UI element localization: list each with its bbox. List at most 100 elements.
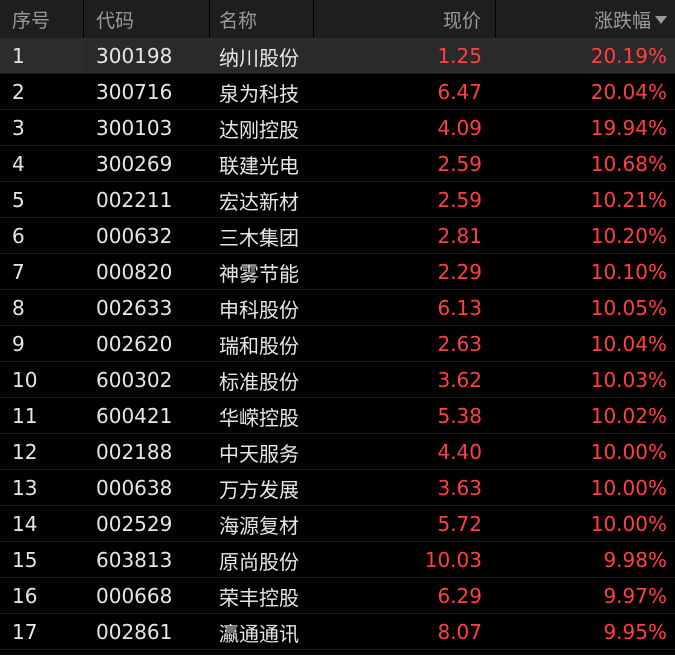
row-index: 2 [12,80,25,104]
table-body: 1 300198 纳川股份 1.25 20.19% 2 300716 泉为科技 … [0,38,675,650]
row-index: 17 [12,620,38,644]
row-index: 11 [12,404,38,428]
sort-desc-icon[interactable] [655,16,667,24]
row-code: 002211 [96,188,173,212]
row-price: 6.29 [437,584,482,608]
row-code: 600302 [96,368,173,392]
table-row[interactable]: 15 603813 原尚股份 10.03 9.98% [0,542,675,578]
row-change-pct: 20.19% [590,44,667,68]
row-change-pct: 10.02% [590,404,667,428]
column-header-name[interactable]: 名称 [210,0,314,38]
row-price: 2.29 [437,260,482,284]
table-row[interactable]: 8 002633 申科股份 6.13 10.05% [0,290,675,326]
row-price: 2.59 [437,152,482,176]
row-index: 4 [12,152,25,176]
table-row[interactable]: 16 000668 荣丰控股 6.29 9.97% [0,578,675,614]
column-header-index[interactable]: 序号 [0,0,84,38]
row-name: 纳川股份 [219,45,299,70]
table-row[interactable]: 3 300103 达刚控股 4.09 19.94% [0,110,675,146]
column-header-price-label: 现价 [442,9,481,32]
row-code: 300103 [96,116,173,140]
column-header-change-pct[interactable]: 涨跌幅 [496,0,675,38]
row-name: 神雾节能 [219,261,299,286]
row-name: 华嵘控股 [219,405,299,430]
row-code: 002188 [96,440,173,464]
row-change-pct: 19.94% [590,116,667,140]
row-code: 002633 [96,296,173,320]
row-change-pct: 10.00% [590,476,667,500]
column-header-name-label: 名称 [219,9,258,32]
table-row[interactable]: 17 002861 瀛通通讯 8.07 9.95% [0,614,675,650]
row-name: 宏达新材 [219,189,299,214]
row-change-pct: 10.10% [590,260,667,284]
row-index: 7 [12,260,25,284]
row-code: 000820 [96,260,173,284]
table-row[interactable]: 11 600421 华嵘控股 5.38 10.02% [0,398,675,434]
table-row[interactable]: 7 000820 神雾节能 2.29 10.10% [0,254,675,290]
row-index: 5 [12,188,25,212]
row-index: 10 [12,368,38,392]
column-header-change-pct-label: 涨跌幅 [593,9,651,32]
row-code: 000632 [96,224,173,248]
row-index: 9 [12,332,25,356]
row-name: 中天服务 [219,441,299,466]
row-code: 002529 [96,512,173,536]
table-row[interactable]: 6 000632 三木集团 2.81 10.20% [0,218,675,254]
row-price: 2.63 [437,332,482,356]
row-price: 4.40 [437,440,482,464]
row-price: 8.07 [437,620,482,644]
row-index: 16 [12,584,38,608]
table-row[interactable]: 10 600302 标准股份 3.62 10.03% [0,362,675,398]
row-change-pct: 10.68% [590,152,667,176]
column-header-code-label: 代码 [96,9,135,32]
table-row[interactable]: 2 300716 泉为科技 6.47 20.04% [0,74,675,110]
table-header: 序号 代码 名称 现价 涨跌幅 [0,0,675,38]
row-index: 12 [12,440,38,464]
row-code: 603813 [96,548,173,572]
table-row[interactable]: 13 000638 万方发展 3.63 10.00% [0,470,675,506]
row-code: 002620 [96,332,173,356]
column-header-index-label: 序号 [12,9,51,32]
row-code: 002861 [96,620,173,644]
row-code: 600421 [96,404,173,428]
column-header-price[interactable]: 现价 [314,0,496,38]
row-name: 海源复材 [219,513,299,538]
row-change-pct: 20.04% [590,80,667,104]
row-name: 瑞和股份 [219,333,299,358]
table-row[interactable]: 1 300198 纳川股份 1.25 20.19% [0,38,675,74]
table-row[interactable]: 4 300269 联建光电 2.59 10.68% [0,146,675,182]
row-code: 000668 [96,584,173,608]
row-name: 原尚股份 [219,549,299,574]
table-row[interactable]: 12 002188 中天服务 4.40 10.00% [0,434,675,470]
row-change-pct: 9.95% [603,620,667,644]
row-price: 3.62 [437,368,482,392]
column-header-code[interactable]: 代码 [84,0,210,38]
row-price: 2.81 [437,224,482,248]
row-change-pct: 9.97% [603,584,667,608]
row-price: 3.63 [437,476,482,500]
row-index: 1 [0,38,84,74]
row-change-pct: 10.00% [590,512,667,536]
table-row[interactable]: 14 002529 海源复材 5.72 10.00% [0,506,675,542]
row-index: 14 [12,512,38,536]
row-index: 6 [12,224,25,248]
row-change-pct: 10.03% [590,368,667,392]
table-row[interactable]: 9 002620 瑞和股份 2.63 10.04% [0,326,675,362]
row-code: 300198 [84,38,210,74]
row-price: 1.25 [437,44,482,68]
row-price: 10.03 [424,548,482,572]
row-name: 荣丰控股 [219,585,299,610]
row-price: 5.72 [437,512,482,536]
row-change-pct: 9.98% [603,548,667,572]
row-name: 标准股份 [219,369,299,394]
stock-ranking-table: 序号 代码 名称 现价 涨跌幅 1 300198 纳川股份 1.25 20.19… [0,0,675,655]
table-row[interactable]: 5 002211 宏达新材 2.59 10.21% [0,182,675,218]
row-change-pct: 10.20% [590,224,667,248]
row-price: 2.59 [437,188,482,212]
row-change-pct: 10.04% [590,332,667,356]
row-index: 3 [12,116,25,140]
row-price: 6.13 [437,296,482,320]
row-price: 5.38 [437,404,482,428]
row-name: 瀛通通讯 [219,621,299,646]
row-change-pct: 10.21% [590,188,667,212]
